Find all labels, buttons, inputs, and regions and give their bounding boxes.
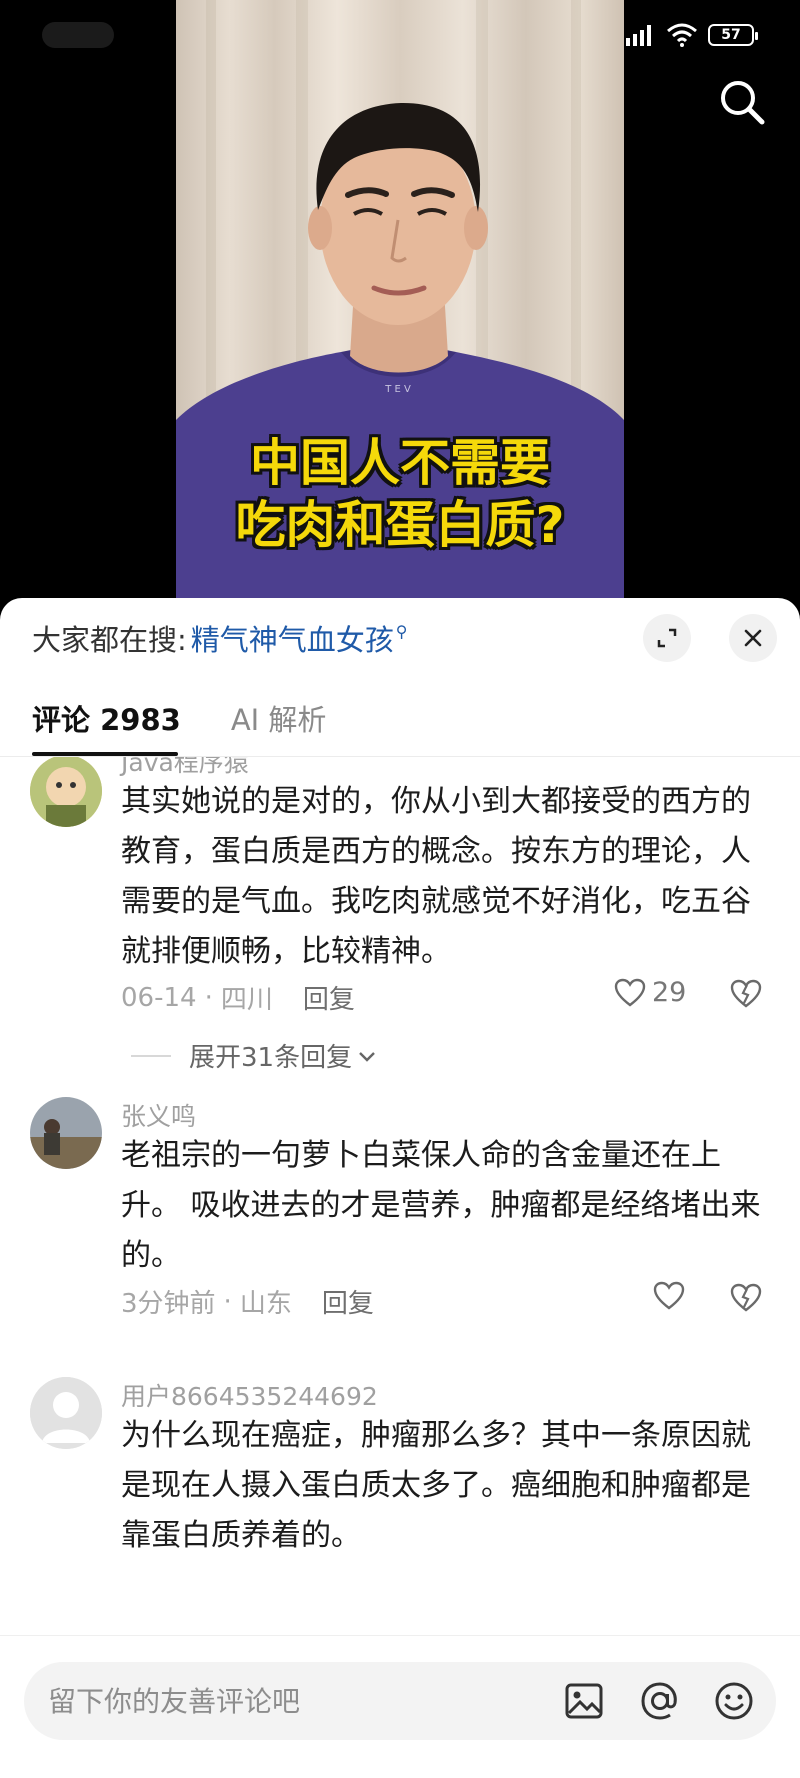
comment-meta: 06-14 · 四川 回复: [121, 979, 355, 1016]
tab-ai-analysis[interactable]: AI 解析: [231, 697, 327, 739]
avatar-image: [30, 1097, 102, 1169]
comment-list[interactable]: Java程序猿 其实她说的是对的，你从小到大都接受的西方的教育，蛋白质是西方的概…: [0, 757, 800, 1635]
expand-dash: [131, 1054, 171, 1057]
wifi-icon: [667, 23, 697, 47]
collapse-button[interactable]: [643, 614, 691, 662]
status-bar: 57: [626, 20, 758, 50]
video-caption-line-1: 中国人不需要: [250, 434, 550, 492]
comment-username[interactable]: 张义鸣: [121, 1097, 196, 1133]
comment-input-box[interactable]: [24, 1662, 776, 1740]
comment-text: 老祖宗的一句萝卜白菜保人命的含金量还在上升。 吸收进去的才是营养，肿瘤都是经络堵…: [121, 1138, 761, 1273]
comment-text: 其实她说的是对的，你从小到大都接受的西方的教育，蛋白质是西方的概念。按东方的理论…: [121, 784, 751, 969]
comment-input[interactable]: [48, 1662, 548, 1740]
default-avatar-icon: [30, 1377, 102, 1449]
chevron-down-icon: [359, 1051, 375, 1062]
dislike-icon[interactable]: [730, 1283, 762, 1313]
comment-text: 为什么现在癌症，肿瘤那么多？其中一条原因就是现在人摄入蛋白质太多了。癌细胞和肿瘤…: [121, 1418, 751, 1553]
close-icon: [744, 629, 762, 647]
video-caption: 中国人不需要 吃肉和蛋白质?: [176, 432, 624, 556]
comment-input-bar: [0, 1635, 800, 1778]
status-clock: [42, 22, 114, 48]
hot-search-bar[interactable]: 大家都在搜: 精气神气血女孩 ⚲: [32, 616, 408, 660]
comment-location: 山东: [239, 1289, 292, 1319]
reply-button[interactable]: 回复: [322, 1283, 374, 1320]
image-icon[interactable]: [562, 1679, 606, 1723]
emoji-icon[interactable]: [712, 1679, 756, 1723]
signal-icon: [626, 25, 651, 46]
dislike-icon[interactable]: [730, 979, 762, 1009]
meta-dot: ·: [204, 982, 213, 1013]
comment-meta: 3分钟前 · 山东 回复: [121, 1283, 374, 1320]
comment-location: 四川: [220, 985, 273, 1015]
at-icon[interactable]: [638, 1679, 682, 1723]
hot-search-term[interactable]: 精气神气血女孩: [191, 617, 394, 659]
reply-button[interactable]: 回复: [303, 979, 355, 1016]
video-player[interactable]: T E V 中国人不需要 吃肉和蛋白质?: [0, 0, 800, 615]
close-button[interactable]: [729, 614, 777, 662]
like-button[interactable]: [653, 1281, 685, 1311]
search-icon[interactable]: [716, 76, 768, 128]
avatar[interactable]: [30, 1097, 102, 1169]
expand-replies-label: 展开31条回复: [189, 1043, 353, 1073]
heart-icon: [614, 978, 646, 1007]
video-caption-line-2: 吃肉和蛋白质?: [235, 496, 565, 554]
comment-panel: 大家都在搜: 精气神气血女孩 ⚲ 评论 2983 AI 解析 Java程序猿 其…: [0, 598, 800, 1778]
avatar[interactable]: [30, 1377, 102, 1449]
comment-tabs: 评论 2983 AI 解析: [32, 694, 326, 742]
avatar-image: [30, 757, 102, 827]
meta-dot: ·: [223, 1286, 232, 1317]
expand-replies-button[interactable]: 展开31条回复: [131, 1037, 378, 1074]
like-button[interactable]: 29: [614, 977, 686, 1008]
comment-username[interactable]: Java程序猿: [121, 757, 249, 779]
heart-icon: [653, 1281, 685, 1310]
battery-indicator: 57: [708, 24, 758, 46]
svg-text:T E V: T E V: [384, 384, 411, 395]
comment-username[interactable]: 用户8664535244692: [121, 1377, 378, 1413]
comment-time: 3分钟前: [121, 1289, 216, 1319]
collapse-icon: [657, 628, 677, 648]
like-count: 29: [652, 977, 687, 1008]
avatar[interactable]: [30, 757, 102, 827]
hot-search-label: 大家都在搜:: [32, 623, 187, 657]
search-small-icon: ⚲: [395, 621, 408, 641]
tab-comments[interactable]: 评论 2983: [32, 697, 181, 739]
comment-time: 06-14: [121, 982, 197, 1013]
